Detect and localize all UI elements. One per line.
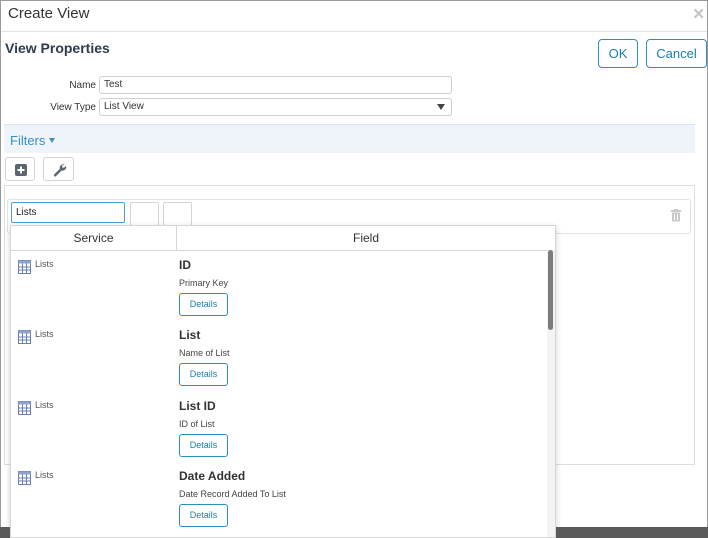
name-field[interactable]: Test [99, 76, 452, 94]
wrench-icon [53, 164, 67, 177]
dialog-titlebar: Create View ✕ [1, 1, 707, 32]
caret-down-icon [49, 138, 56, 143]
list-item[interactable]: Lists ID Primary Key Details [11, 253, 547, 323]
details-button[interactable]: Details [179, 363, 228, 386]
details-button[interactable]: Details [179, 293, 228, 316]
view-type-select[interactable]: List View [99, 98, 452, 116]
close-icon[interactable]: ✕ [692, 7, 705, 23]
filter-field-input[interactable]: Lists [11, 202, 125, 223]
ok-button[interactable]: OK [598, 39, 638, 68]
table-icon [18, 471, 31, 485]
table-icon [18, 330, 31, 344]
trash-icon[interactable] [670, 209, 682, 222]
item-field-description: ID of List [179, 419, 215, 429]
plus-square-icon [15, 164, 27, 176]
list-item[interactable]: Lists List ID ID of List Details [11, 394, 547, 464]
dropdown-scrollbar[interactable] [547, 250, 555, 537]
item-field-name: List ID [179, 399, 216, 413]
item-field-description: Name of List [179, 348, 230, 358]
background-strip-left [0, 527, 10, 538]
filters-label: Filters [10, 133, 46, 148]
section-title: View Properties [5, 40, 110, 56]
table-icon [18, 260, 31, 274]
item-field-name: ID [179, 258, 191, 272]
cancel-button[interactable]: Cancel [646, 39, 707, 68]
item-field-description: Primary Key [179, 278, 229, 288]
filters-bar: Filters [4, 124, 695, 153]
item-service: Lists [35, 329, 54, 339]
item-field-name: List [179, 328, 201, 342]
column-header-field: Field [352, 231, 379, 245]
view-type-value: List View [104, 101, 144, 112]
view-type-label: View Type [50, 102, 96, 113]
field-picker-dropdown: Service Field Lists ID Primary Key Detai… [10, 225, 556, 538]
column-header-service: Service [11, 226, 177, 250]
chevron-down-icon [437, 104, 445, 110]
filters-toggle[interactable]: Filters [10, 133, 56, 148]
table-icon [18, 401, 31, 415]
filter-value-box[interactable] [163, 202, 192, 226]
item-field-name: Date Added [179, 469, 246, 483]
item-service: Lists [35, 259, 54, 269]
dropdown-header: Service Field [11, 226, 555, 251]
filter-operator-box[interactable] [130, 202, 159, 226]
scrollbar-thumb[interactable] [548, 250, 553, 330]
item-service: Lists [35, 470, 54, 480]
details-button[interactable]: Details [179, 504, 228, 527]
list-item[interactable]: Lists Date Added Date Record Added To Li… [11, 464, 547, 534]
item-service: Lists [35, 400, 54, 410]
filter-settings-button[interactable] [43, 157, 74, 181]
name-label: Name [69, 80, 96, 91]
dialog-title: Create View [8, 5, 90, 22]
item-field-description: Date Record Added To List [179, 489, 286, 499]
list-item[interactable]: Lists List Name of List Details [11, 323, 547, 393]
details-button[interactable]: Details [179, 434, 228, 457]
add-filter-button[interactable] [5, 157, 35, 181]
background-strip-right [556, 527, 708, 538]
